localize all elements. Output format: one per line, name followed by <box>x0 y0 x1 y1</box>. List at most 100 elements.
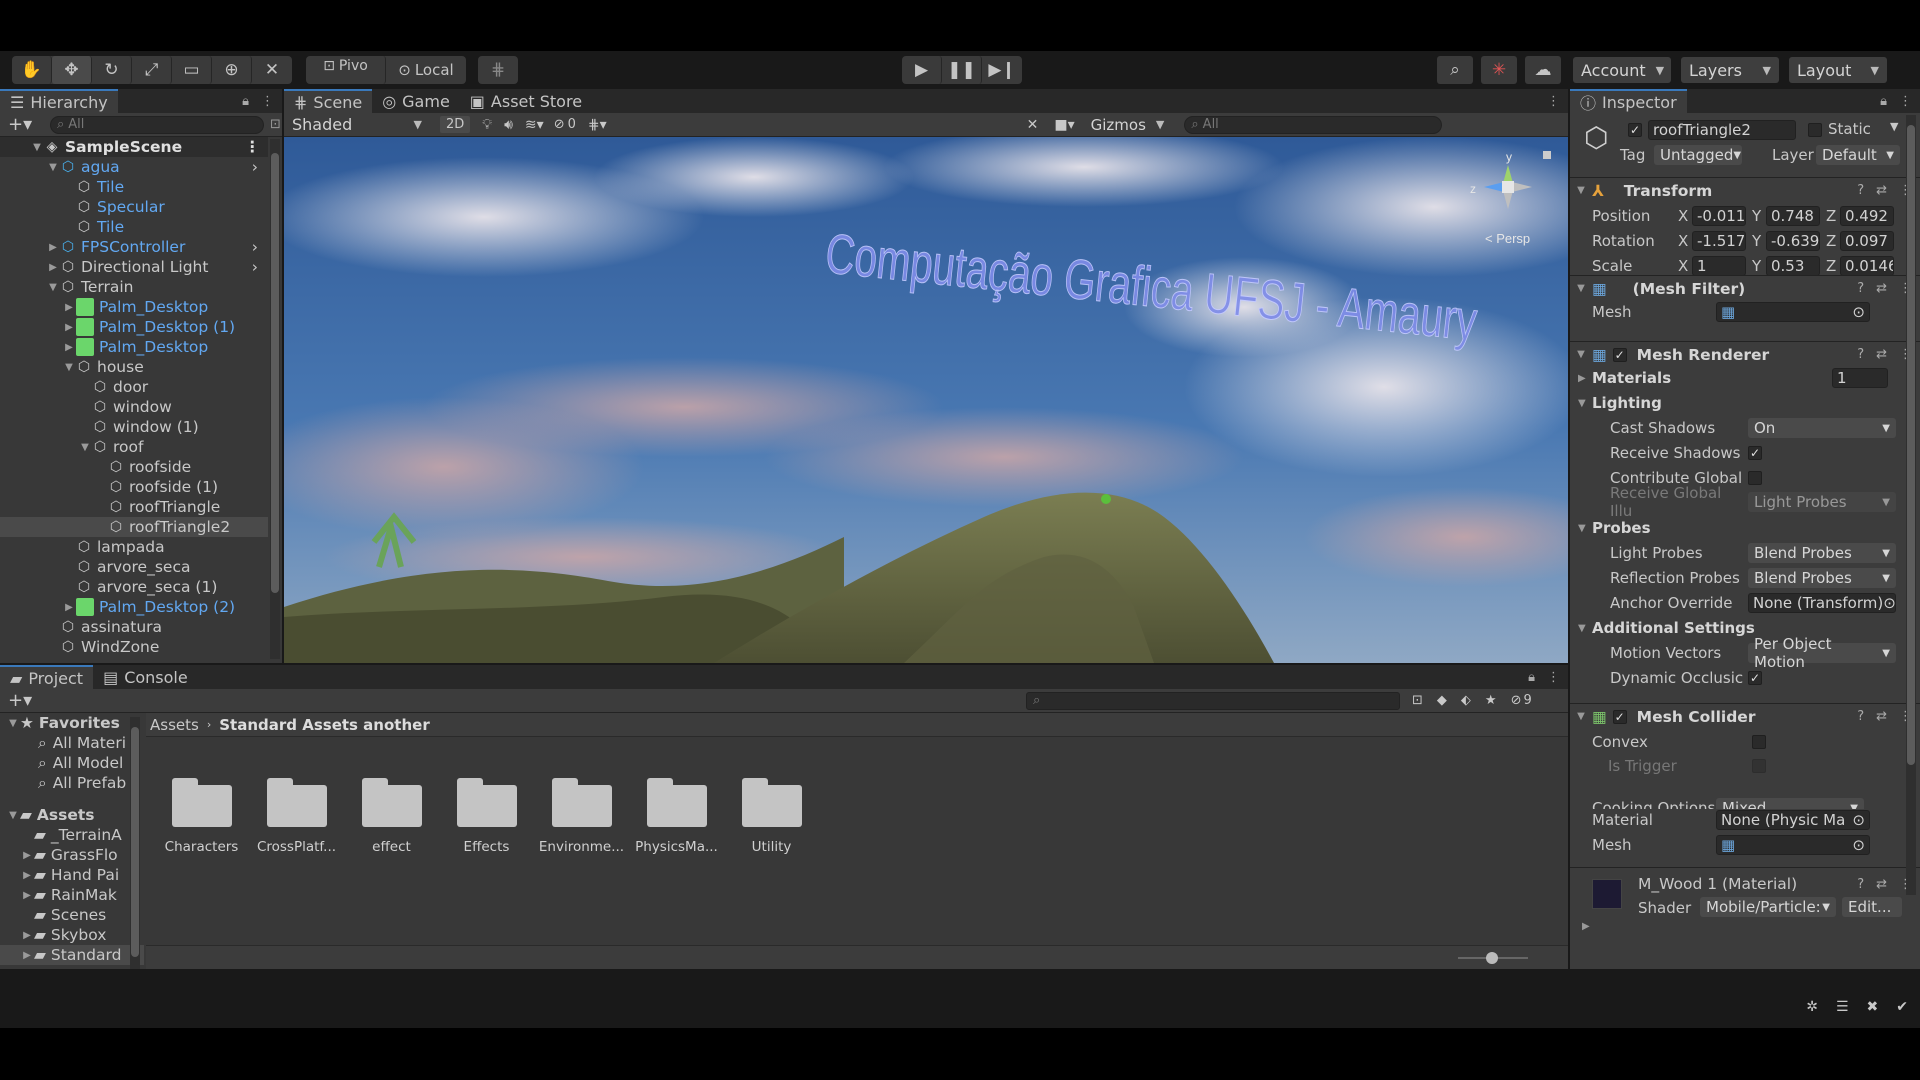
hierarchy-item[interactable]: ⬡ door <box>0 377 268 397</box>
account-dropdown[interactable]: Account ▼ <box>1573 57 1671 83</box>
expand-arrow-icon[interactable]: ▶ <box>20 870 34 881</box>
rect-tool-icon[interactable]: ▭ <box>172 56 212 84</box>
hidden-objects-toggle[interactable]: ⊘ 0 <box>554 117 576 132</box>
asset-folder-item[interactable]: ▶ ▰ GrassFlo <box>0 845 144 865</box>
cast-shadows-row-dropdown[interactable]: On ▼ <box>1748 418 1896 438</box>
dynamic-occlusion-row-checkbox[interactable]: ✓ <box>1748 671 1762 685</box>
lighting-icon[interactable]: 💡︎ <box>482 117 492 133</box>
axis-z-label[interactable]: Z <box>1826 207 1840 225</box>
lock-icon[interactable]: 🔒︎ <box>1528 670 1535 685</box>
tab-scene[interactable]: ⋕ Scene <box>284 89 373 113</box>
tab-project[interactable]: ▰ Project <box>0 665 94 689</box>
collider-material-field[interactable]: None (Physic Ma ⊙ <box>1716 810 1870 830</box>
assets-row[interactable]: ▼ ▰ Assets <box>0 805 144 825</box>
anchor-override-row-field[interactable]: None (Transform) ⊙ <box>1748 593 1896 613</box>
foldout-arrow-icon[interactable]: ▼ <box>1570 711 1592 722</box>
menu-icon[interactable]: ⋮ <box>1547 94 1560 109</box>
preset-icon[interactable]: ⇄ <box>1876 709 1887 724</box>
folder-tile[interactable]: PhysicsMa... <box>629 775 724 855</box>
shader-dropdown[interactable]: Mobile/Particle: ▼ <box>1700 897 1836 917</box>
favorite-item[interactable]: ⌕ All Model <box>0 753 144 773</box>
rotate-tool-icon[interactable]: ↻ <box>92 56 132 84</box>
layers-stack-icon[interactable]: ☰ <box>1836 999 1849 1019</box>
convex-checkbox[interactable] <box>1752 735 1766 749</box>
object-picker-icon[interactable]: ⊙ <box>1852 836 1865 854</box>
position-y-field[interactable]: 0.748 <box>1766 206 1820 226</box>
position-z-field[interactable]: 0.492 <box>1840 206 1894 226</box>
menu-icon[interactable]: ⋮ <box>261 94 274 109</box>
foldout-arrow-icon[interactable]: ▶ <box>1578 373 1592 384</box>
chevron-right-icon[interactable]: › <box>252 158 258 176</box>
mesh-renderer-enabled-checkbox[interactable]: ✓ <box>1612 347 1627 362</box>
scene-visibility-icon[interactable]: ⊡ <box>270 117 281 132</box>
folder-tile[interactable]: Characters <box>154 775 249 855</box>
asset-folder-item[interactable]: ▰ Scenes <box>0 905 144 925</box>
light-probes-row-dropdown[interactable]: Blend Probes ▼ <box>1748 543 1896 563</box>
project-tree-scrollbar[interactable] <box>130 717 140 969</box>
check-circle-icon[interactable]: ✔ <box>1896 999 1908 1019</box>
scrollbar-thumb[interactable] <box>1907 125 1915 765</box>
foldout-arrow-icon[interactable]: ▼ <box>1570 283 1592 294</box>
debug-icon[interactable]: ✲ <box>1806 999 1818 1019</box>
expand-arrow-icon[interactable]: ▼ <box>78 442 92 453</box>
inspector-scrollbar[interactable] <box>1906 115 1916 895</box>
pivot-toggle[interactable]: ⊡ Pivo <box>306 56 386 84</box>
axis-x-label[interactable]: X <box>1678 232 1692 250</box>
grid-icon[interactable]: ⋕▾ <box>588 117 607 133</box>
search-by-label-icon[interactable]: ◆ <box>1437 693 1447 708</box>
expand-arrow-icon[interactable]: ▶ <box>62 602 76 613</box>
contribute-gi-row-checkbox[interactable] <box>1748 471 1762 485</box>
cloud-icon[interactable]: ☁ <box>1525 56 1561 84</box>
axis-z-label[interactable]: Z <box>1826 257 1840 275</box>
hierarchy-item[interactable]: ⬡ roofTriangle2 <box>0 517 268 537</box>
hierarchy-item[interactable]: ▶ ⬡ FPSController › <box>0 237 268 257</box>
folder-tile[interactable]: effect <box>344 775 439 855</box>
icon-size-slider-handle[interactable] <box>1486 952 1498 964</box>
collab-icon[interactable]: ✳ <box>1481 56 1517 84</box>
scene-search-input[interactable]: ⌕ All <box>1184 115 1443 134</box>
folder-tile[interactable]: CrossPlatf... <box>249 775 344 855</box>
help-icon[interactable]: ? <box>1857 877 1864 892</box>
transform-header[interactable]: ▼ ⅄ Transform ?⇄⋮ <box>1570 177 1920 203</box>
receive-gi-row-dropdown[interactable]: Light Probes ▼ <box>1748 492 1896 512</box>
hierarchy-item[interactable]: ⬡ arvore_seca (1) <box>0 577 268 597</box>
scene-row[interactable]: ▼ ◈ SampleScene ⋮ <box>0 137 268 157</box>
hierarchy-item[interactable]: ⬡ Specular <box>0 197 268 217</box>
search-icon[interactable]: ⌕ <box>1437 56 1473 84</box>
mesh-renderer-header[interactable]: ▼ ▦ ✓ Mesh Renderer ?⇄⋮ <box>1570 341 1920 367</box>
search-by-type-icon[interactable]: ⊡ <box>1412 693 1423 708</box>
hierarchy-item[interactable]: ▼ ⬡ roof <box>0 437 268 457</box>
project-search-input[interactable]: ⌕ <box>1026 691 1400 710</box>
rotation-x-field[interactable]: -1.517 <box>1692 231 1746 251</box>
folder-tile[interactable]: Utility <box>724 775 819 855</box>
rotation-y-field[interactable]: -0.639 <box>1766 231 1820 251</box>
chevron-down-icon[interactable]: ▼ <box>1890 120 1898 133</box>
motion-vectors-row-dropdown[interactable]: Per Object Motion ▼ <box>1748 635 1896 671</box>
axis-y-label[interactable]: Y <box>1752 232 1766 250</box>
foldout-arrow-icon[interactable]: ▼ <box>1570 349 1592 360</box>
2d-toggle[interactable]: 2D <box>440 116 471 133</box>
scrollbar-thumb[interactable] <box>131 727 139 957</box>
gizmos-dropdown[interactable]: Gizmos ▼ <box>1082 113 1173 136</box>
hierarchy-item[interactable]: ⬡ WindZone <box>0 637 268 657</box>
chevron-right-icon[interactable]: › <box>252 258 258 276</box>
expand-arrow-icon[interactable]: ▼ <box>6 718 20 729</box>
preset-icon[interactable]: ⇄ <box>1876 183 1887 198</box>
scale-y-field[interactable]: 0.53 <box>1766 256 1820 276</box>
audio-icon[interactable]: 🔊︎ <box>504 117 513 133</box>
hierarchy-search-input[interactable]: ⌕ All <box>50 115 264 134</box>
expand-arrow-icon[interactable]: ▼ <box>46 282 60 293</box>
bug-icon[interactable]: ✖ <box>1867 999 1879 1019</box>
receive-shadows-row-checkbox[interactable]: ✓ <box>1748 446 1762 460</box>
layout-dropdown[interactable]: Layout ▼ <box>1789 57 1887 83</box>
breadcrumb-root[interactable]: Assets <box>150 716 199 734</box>
expand-arrow-icon[interactable]: ▶ <box>62 322 76 333</box>
hierarchy-item[interactable]: ▶ Palm_Desktop <box>0 337 268 357</box>
asset-folder-item[interactable]: ▶ ▰ RainMak <box>0 885 144 905</box>
hierarchy-item[interactable]: ▼ ⬡ house <box>0 357 268 377</box>
foldout-arrow-icon[interactable]: ▼ <box>1578 398 1592 409</box>
preset-icon[interactable]: ⇄ <box>1876 877 1887 892</box>
foldout-arrow-icon[interactable]: ▼ <box>1578 623 1592 634</box>
expand-arrow-icon[interactable]: ▶ <box>20 850 34 861</box>
tab-asset-store[interactable]: ▣ Asset Store <box>460 89 592 113</box>
